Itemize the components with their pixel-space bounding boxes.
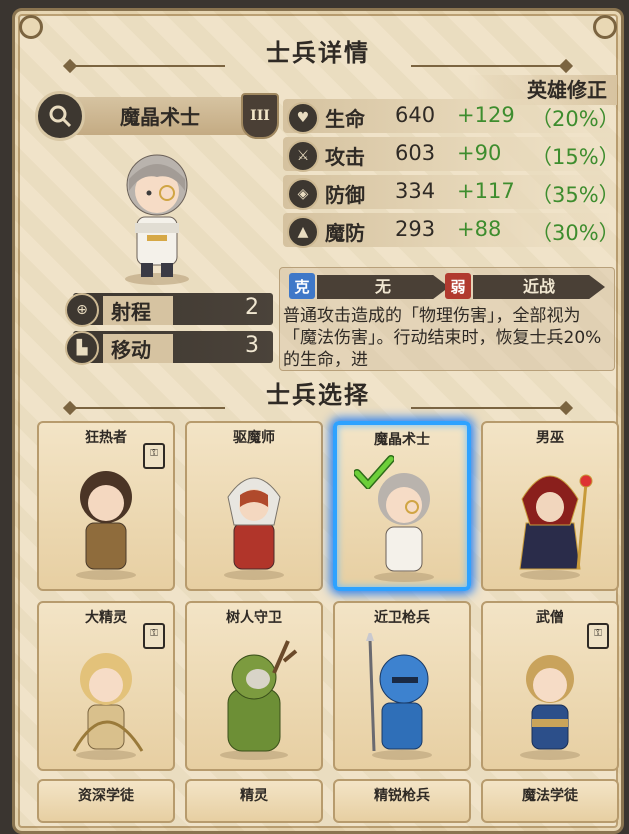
soldier-card[interactable]: 精灵: [185, 779, 323, 823]
soldier-name: 资深学徒: [78, 788, 134, 804]
stat-bonus: +90: [457, 141, 502, 165]
boot-icon: ▙: [65, 331, 99, 365]
stat-bonus: +129: [457, 103, 515, 127]
stat-percent: （20%）: [531, 107, 620, 131]
checkmark-icon: [354, 455, 394, 489]
stat-bonus: +117: [457, 179, 515, 203]
divider: [411, 407, 561, 409]
range-stat: ⊕ 射程 2: [65, 293, 273, 327]
sword-icon: ⚔: [287, 140, 319, 172]
stat-row-defense: ◈ 防御 334 +117 （35%）: [283, 175, 620, 210]
soldier-card[interactable]: 男巫: [481, 421, 619, 591]
crosshair-icon: ⊕: [65, 293, 99, 327]
soldier-card[interactable]: 驱魔师: [185, 421, 323, 591]
range-label: 射程: [103, 296, 173, 325]
page-title: 士兵详情: [266, 39, 370, 67]
shield-icon: ◈: [287, 178, 319, 210]
magnifier-icon: [49, 105, 72, 128]
magic-shield-icon: ▲: [287, 216, 319, 248]
soldier-card[interactable]: 近卫枪兵: [333, 601, 471, 771]
soldier-detail-panel: 士兵详情 英雄修正 魔晶术士 III ⊕ 射程 2 ▙ 移动 3 ♥ 生命 64…: [12, 8, 624, 834]
move-stat: ▙ 移动 3: [65, 331, 273, 365]
soldier-name: 树人守卫: [226, 610, 282, 626]
soldier-card-selected[interactable]: 魔晶术士: [333, 421, 471, 591]
stat-row-attack: ⚔ 攻击 603 +90 （15%）: [283, 137, 620, 172]
soldier-name: 精锐枪兵: [374, 788, 430, 804]
stat-label: 攻击: [325, 145, 365, 169]
soldier-portrait: [72, 653, 144, 760]
divider: [75, 407, 225, 409]
stat-percent: （35%）: [531, 183, 620, 207]
stat-label: 生命: [325, 107, 365, 131]
move-value: 3: [245, 333, 259, 358]
soldier-portrait: [520, 655, 580, 760]
soldier-portrait: [224, 477, 284, 580]
stat-row-magic-defense: ▲ 魔防 293 +88 （30%）: [283, 213, 620, 248]
stat-value: 334: [395, 179, 436, 203]
soldier-portrait: [519, 474, 593, 580]
stat-percent: （15%）: [531, 145, 620, 169]
inspect-button[interactable]: [35, 91, 85, 141]
stat-percent: （30%）: [531, 221, 620, 245]
soldier-name: 魔晶术士: [374, 432, 430, 448]
soldier-card[interactable]: 狂热者 ⚿: [37, 421, 175, 591]
soldier-card[interactable]: 精锐枪兵: [333, 779, 471, 823]
soldier-name: 魔法学徒: [522, 788, 578, 804]
soldier-card[interactable]: 资深学徒: [37, 779, 175, 823]
rank-badge: III: [241, 93, 279, 139]
soldier-card[interactable]: 武僧 ⚿: [481, 601, 619, 771]
soldier-card[interactable]: 树人守卫: [185, 601, 323, 771]
soldier-name: 男巫: [536, 430, 564, 446]
unit-portrait: [125, 154, 189, 285]
stat-value: 640: [395, 103, 436, 127]
move-label: 移动: [103, 334, 173, 363]
counter-badge: 克: [289, 273, 315, 299]
skill-description[interactable]: 普通攻击造成的「物理伤害」，全部视为「魔法伤害」。行动结束时，恢复士兵20%的生…: [283, 305, 613, 367]
range-value: 2: [245, 295, 259, 320]
soldier-card[interactable]: 魔法学徒: [481, 779, 619, 823]
unit-name: 魔晶术士: [120, 105, 200, 129]
weak-value: 近战: [473, 275, 605, 299]
soldier-portrait: [220, 640, 298, 760]
heart-icon: ♥: [287, 102, 319, 134]
soldier-name: 精灵: [240, 788, 268, 804]
counter-value: 无: [317, 275, 449, 299]
stat-value: 603: [395, 141, 436, 165]
divider: [411, 65, 561, 67]
weak-badge: 弱: [445, 273, 471, 299]
stat-row-hp: ♥ 生命 640 +129 （20%）: [283, 99, 620, 134]
divider: [75, 65, 225, 67]
section-title: 士兵选择: [266, 381, 370, 409]
soldier-portrait: [366, 633, 432, 760]
soldier-name: 驱魔师: [233, 430, 275, 446]
soldier-portrait: [76, 471, 136, 580]
stat-bonus: +88: [457, 217, 502, 241]
soldier-name: 近卫枪兵: [374, 610, 430, 626]
soldier-card[interactable]: 大精灵 ⚿: [37, 601, 175, 771]
stat-value: 293: [395, 217, 436, 241]
stat-label: 防御: [325, 183, 365, 207]
stat-label: 魔防: [325, 221, 365, 245]
